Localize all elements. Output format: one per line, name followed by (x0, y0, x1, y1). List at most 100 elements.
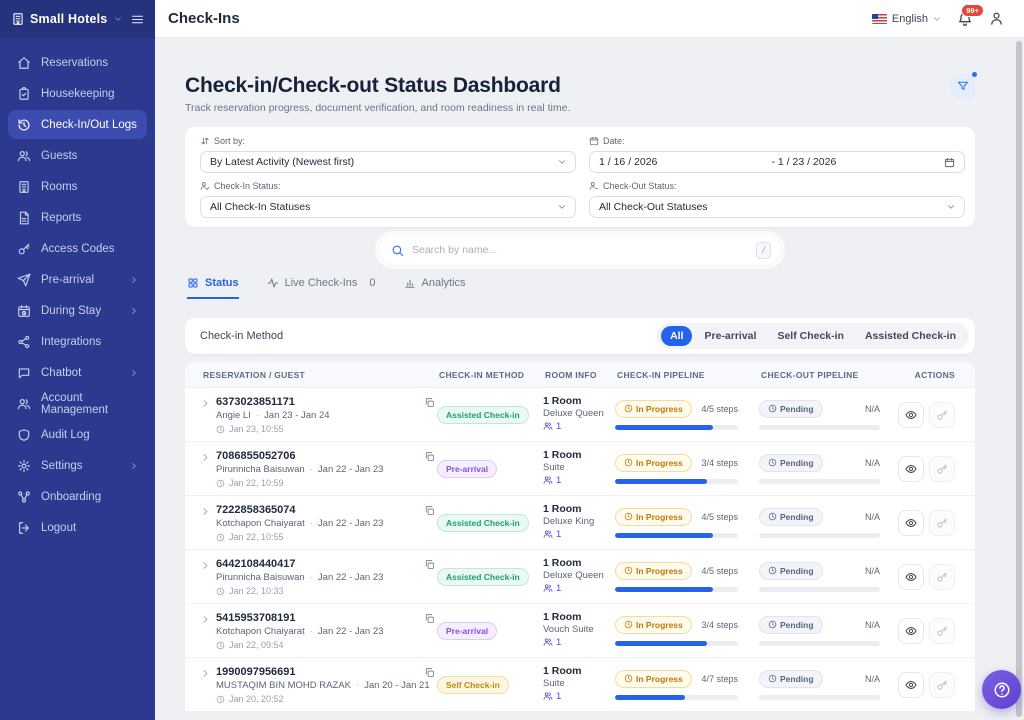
table-row[interactable]: 6373023851171 Angie LI · Jan 23 - Jan 24… (185, 388, 975, 442)
sidebar-item-reservations[interactable]: Reservations (8, 48, 147, 77)
method-option-self-check-in[interactable]: Self Check-in (768, 326, 853, 346)
tab-status[interactable]: Status (187, 277, 239, 299)
method-option-all[interactable]: All (661, 326, 692, 346)
date-start[interactable]: 1 / 16 / 2026 (599, 156, 772, 168)
copy-icon[interactable] (424, 505, 435, 516)
copy-icon[interactable] (424, 451, 435, 462)
tab-analytics[interactable]: Analytics (404, 277, 466, 299)
copy-icon[interactable] (424, 559, 435, 570)
access-code-button[interactable] (929, 456, 955, 482)
collapse-menu-icon[interactable] (131, 13, 144, 26)
users-icon (17, 397, 31, 411)
date-range-input[interactable]: 1 / 16 / 2026 - 1 / 23 / 2026 (589, 151, 965, 173)
user-profile-icon[interactable] (989, 11, 1004, 26)
guest-count: 1 (556, 421, 561, 432)
building-icon (17, 180, 31, 194)
scrollbar-thumb[interactable] (1016, 41, 1022, 717)
tab-live-check-ins[interactable]: Live Check-Ins0 (267, 277, 376, 299)
hotel-logo-icon (11, 12, 25, 26)
notifications-button[interactable]: 99+ (957, 11, 973, 27)
clock-icon (624, 566, 633, 575)
date-end[interactable]: - 1 / 23 / 2026 (772, 156, 945, 168)
sidebar-item-chatbot[interactable]: Chatbot (8, 358, 147, 387)
copy-icon[interactable] (424, 613, 435, 624)
expand-row-icon[interactable] (201, 507, 210, 516)
last-activity-time: Jan 22, 09:54 (229, 640, 284, 650)
sidebar-item-rooms[interactable]: Rooms (8, 172, 147, 201)
expand-row-icon[interactable] (201, 669, 210, 678)
checkout-status-badge: Pending (759, 454, 823, 472)
checkin-status-select[interactable]: All Check-In Statuses (200, 196, 576, 218)
brand-chevron-down-icon[interactable] (114, 15, 122, 23)
table-row[interactable]: 7086855052706 Pirunnicha Baisuwan · Jan … (185, 442, 975, 496)
access-code-button[interactable] (929, 564, 955, 590)
method-option-assisted-check-in[interactable]: Assisted Check-in (856, 326, 965, 346)
sidebar-item-during-stay[interactable]: During Stay (8, 296, 147, 325)
filter-button[interactable] (951, 74, 975, 98)
room-count: 1 Room (543, 503, 615, 515)
method-option-pre-arrival[interactable]: Pre-arrival (695, 326, 765, 346)
sidebar-item-reports[interactable]: Reports (8, 203, 147, 232)
expand-row-icon[interactable] (201, 453, 210, 462)
sidebar-item-housekeeping[interactable]: Housekeeping (8, 79, 147, 108)
checkin-method-badge: Assisted Check-in (437, 514, 529, 532)
stay-dates: Jan 23 - Jan 24 (264, 410, 330, 421)
table-row[interactable]: 5415953708191 Kotchapon Chaiyarat · Jan … (185, 604, 975, 658)
view-details-button[interactable] (898, 672, 924, 698)
access-code-button[interactable] (929, 618, 955, 644)
checkin-steps: 4/5 steps (701, 566, 738, 576)
sidebar-item-label: Pre-arrival (41, 274, 94, 286)
view-details-button[interactable] (898, 564, 924, 590)
view-details-button[interactable] (898, 618, 924, 644)
view-details-button[interactable] (898, 510, 924, 536)
help-button[interactable] (982, 670, 1021, 709)
key-icon (936, 409, 948, 421)
sidebar-item-pre-arrival[interactable]: Pre-arrival (8, 265, 147, 294)
sidebar-item-settings[interactable]: Settings (8, 451, 147, 480)
expand-row-icon[interactable] (201, 561, 210, 570)
sidebar-item-onboarding[interactable]: Onboarding (8, 482, 147, 511)
guests-icon (543, 475, 553, 485)
calendar-icon[interactable] (944, 157, 955, 168)
view-details-button[interactable] (898, 402, 924, 428)
sidebar-item-check-in-out-logs[interactable]: Check-In/Out Logs (8, 110, 147, 139)
expand-row-icon[interactable] (201, 615, 210, 624)
language-selector[interactable]: English (872, 13, 941, 25)
search-input[interactable] (412, 244, 748, 256)
view-details-button[interactable] (898, 456, 924, 482)
checkout-status-badge: Pending (759, 616, 823, 634)
sidebar-item-integrations[interactable]: Integrations (8, 327, 147, 356)
last-activity-time: Jan 22, 10:55 (229, 532, 284, 542)
checkin-progress-bar (615, 695, 738, 700)
table-row[interactable]: 7222858365074 Kotchapon Chaiyarat · Jan … (185, 496, 975, 550)
access-code-button[interactable] (929, 510, 955, 536)
sidebar-item-account-management[interactable]: Account Management (8, 389, 147, 418)
gear-icon (17, 459, 31, 473)
sidebar-item-guests[interactable]: Guests (8, 141, 147, 170)
question-mark-icon (993, 681, 1011, 699)
clock-icon (624, 620, 633, 629)
checkout-status-select[interactable]: All Check-Out Statuses (589, 196, 965, 218)
access-code-button[interactable] (929, 402, 955, 428)
copy-icon[interactable] (424, 397, 435, 408)
sidebar-item-label: Settings (41, 460, 83, 472)
table-row[interactable]: 6442108440417 Pirunnicha Baisuwan · Jan … (185, 550, 975, 604)
sidebar-item-label: Audit Log (41, 429, 90, 441)
sort-select[interactable]: By Latest Activity (Newest first) (200, 151, 576, 173)
sidebar-item-logout[interactable]: Logout (8, 513, 147, 542)
expand-row-icon[interactable] (201, 399, 210, 408)
sidebar-item-label: Access Codes (41, 243, 115, 255)
logout-icon (17, 521, 31, 535)
sidebar-item-access-codes[interactable]: Access Codes (8, 234, 147, 263)
main-area: Check-Ins English 99+ Check-in/Check-out… (155, 0, 1024, 720)
access-code-button[interactable] (929, 672, 955, 698)
table-row[interactable]: 1990097956691 MUSTAQIM BIN MOHD RAZAK · … (185, 658, 975, 712)
guest-count: 1 (556, 691, 561, 702)
checkout-value: N/A (865, 512, 880, 522)
page-header-title: Check-Ins (168, 10, 240, 27)
copy-icon[interactable] (424, 667, 435, 678)
sidebar-item-label: Account Management (41, 392, 138, 416)
calendar-clock-icon (17, 304, 31, 318)
chevron-right-icon (130, 369, 138, 377)
sidebar-item-audit-log[interactable]: Audit Log (8, 420, 147, 449)
